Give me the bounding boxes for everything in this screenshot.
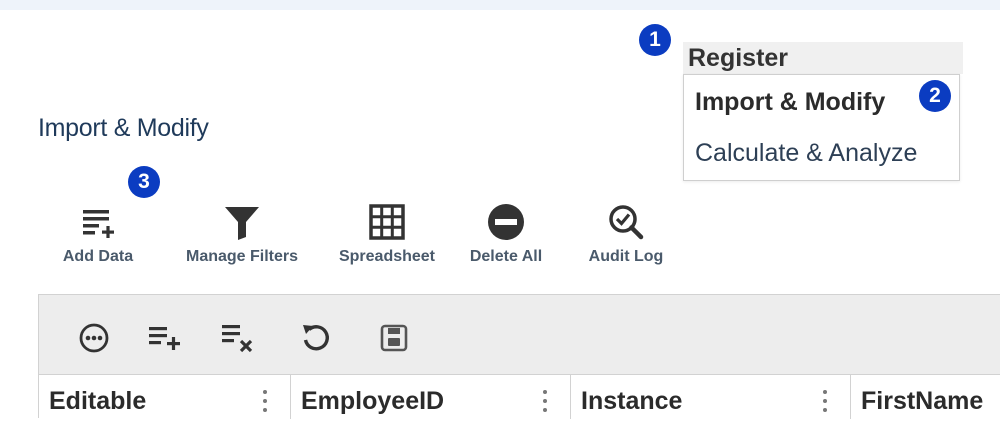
filter-icon [222, 200, 262, 244]
column-menu-icon[interactable] [262, 390, 268, 414]
menu-header-register[interactable]: Register [683, 42, 963, 74]
navigation-menu: Import & Modify Calculate & Analyze [683, 74, 960, 181]
callout-2: 2 [919, 80, 951, 112]
add-data-button[interactable]: Add Data [52, 200, 144, 272]
column-header-editable[interactable]: Editable [39, 375, 291, 419]
column-header-firstname[interactable]: FirstName [851, 375, 1000, 419]
add-data-icon [80, 200, 116, 244]
column-label: FirstName [861, 387, 984, 415]
grid-action-bar [38, 294, 1000, 374]
column-header-instance[interactable]: Instance [571, 375, 851, 419]
audit-log-button[interactable]: Audit Log [576, 200, 676, 272]
save-icon[interactable] [377, 321, 411, 355]
audit-log-icon [607, 200, 645, 244]
column-menu-icon[interactable] [822, 390, 828, 414]
delete-all-button[interactable]: Delete All [458, 200, 554, 272]
add-data-label: Add Data [62, 248, 134, 265]
menu-item-calculate-analyze[interactable]: Calculate & Analyze [684, 128, 959, 178]
callout-1: 1 [639, 24, 671, 56]
more-options-icon[interactable] [77, 321, 111, 355]
delete-all-icon [486, 200, 526, 244]
spreadsheet-icon [368, 200, 406, 244]
column-label: Editable [49, 387, 147, 415]
spreadsheet-label: Spreadsheet [338, 248, 436, 265]
column-label: EmployeeID [301, 387, 445, 415]
column-header-employeeid[interactable]: EmployeeID [291, 375, 571, 419]
audit-log-label: Audit Log [588, 248, 664, 265]
menu-item-import-modify[interactable]: Import & Modify [684, 77, 959, 127]
manage-filters-button[interactable]: Manage Filters [172, 200, 312, 272]
grid-header: Editable EmployeeID Instance FirstName [38, 374, 1000, 419]
manage-filters-label: Manage Filters [185, 248, 299, 265]
add-row-icon[interactable] [148, 321, 182, 355]
spreadsheet-button[interactable]: Spreadsheet [326, 200, 448, 272]
undo-icon[interactable] [299, 321, 333, 355]
column-menu-icon[interactable] [542, 390, 548, 414]
delete-row-icon[interactable] [221, 321, 255, 355]
callout-3: 3 [128, 166, 160, 198]
page-title: Import & Modify [38, 114, 209, 142]
delete-all-label: Delete All [469, 248, 543, 265]
column-label: Instance [581, 387, 683, 415]
top-band [0, 0, 1000, 10]
